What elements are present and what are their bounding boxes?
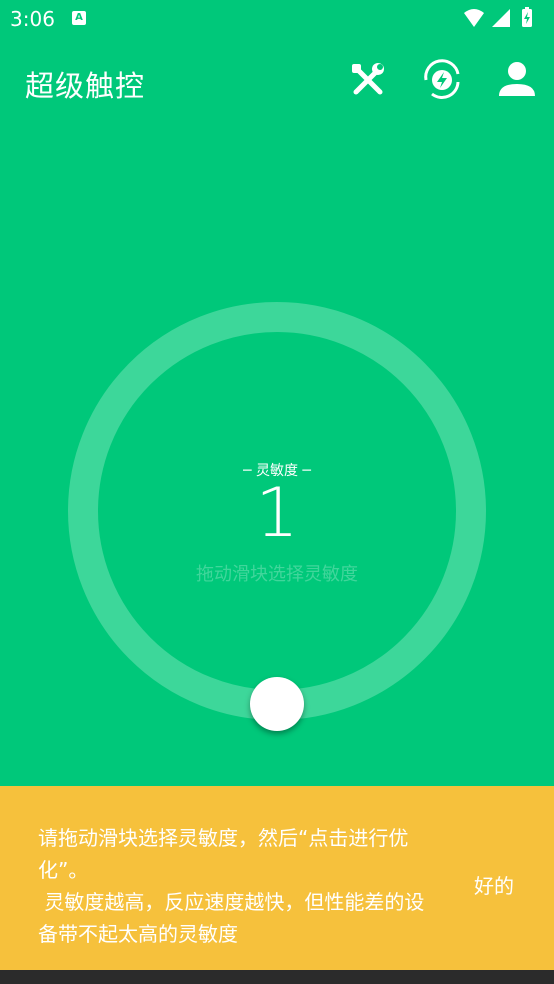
wifi-icon [464, 9, 484, 27]
snackbar-message: 请拖动滑块选择灵敏度，然后“点击进行优化”。 灵敏度越高，反应速度越快，但性能差… [38, 826, 425, 946]
tools-icon[interactable] [346, 58, 390, 102]
navigation-bar [0, 970, 554, 984]
boost-icon[interactable] [420, 58, 464, 102]
status-bar: 3:06 A [0, 0, 554, 36]
slider-thumb[interactable] [250, 677, 304, 731]
page-title: 超级触控 [25, 69, 146, 103]
text-a-icon: A [72, 11, 86, 25]
battery-icon [522, 7, 532, 27]
app-bar: 超级触控 [0, 36, 554, 124]
sensitivity-hint: 拖动滑块选择灵敏度 [196, 564, 358, 585]
sensitivity-value: 1 [255, 474, 299, 553]
status-icons [464, 7, 532, 27]
snackbar: 请拖动滑块选择灵敏度，然后“点击进行优化”。 灵敏度越高，反应速度越快，但性能差… [0, 786, 554, 970]
account-icon[interactable] [495, 58, 539, 102]
status-time: 3:06 [10, 7, 55, 31]
snackbar-ok-button[interactable]: 好的 [474, 870, 514, 899]
cellular-signal-icon [492, 9, 510, 27]
